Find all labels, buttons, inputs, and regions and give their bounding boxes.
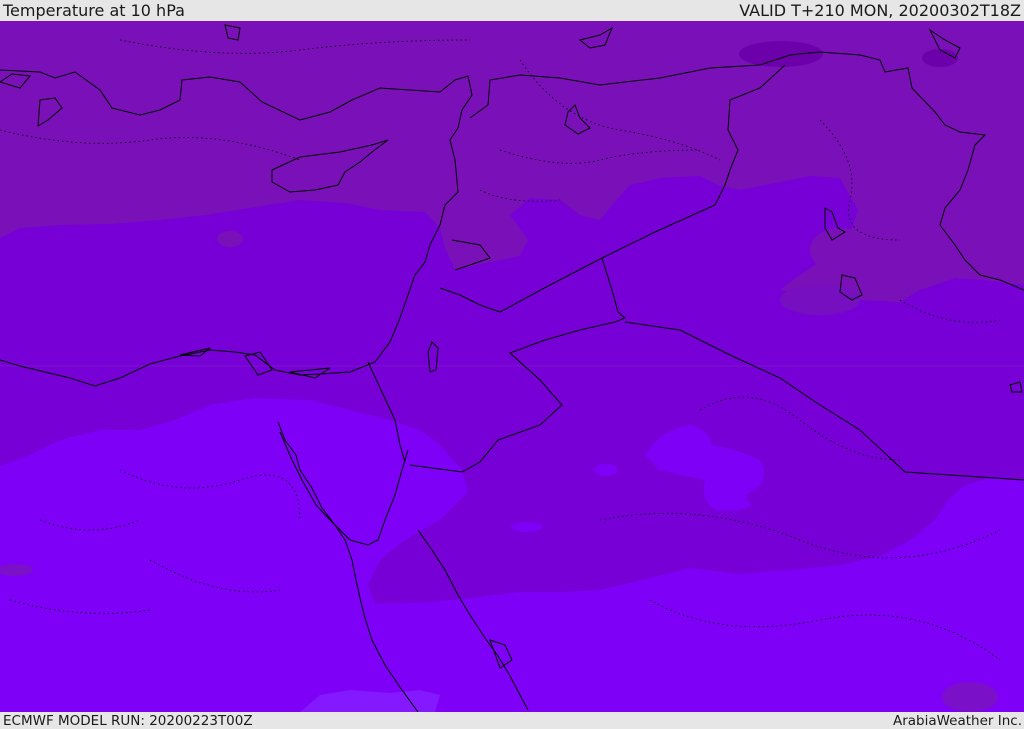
- credit-label: ArabiaWeather Inc.: [892, 712, 1022, 729]
- field-cold-pocket-4: [942, 682, 998, 712]
- field-warm-pocket-2: [594, 464, 618, 476]
- field-coldest-1: [739, 41, 823, 67]
- weather-map[interactable]: [0, 21, 1024, 712]
- model-run-label: ECMWF MODEL RUN: 20200223T00Z: [3, 712, 253, 729]
- field-cold-pocket-3: [780, 285, 860, 315]
- field-cold-pocket: [217, 231, 243, 247]
- header-bar: Temperature at 10 hPa VALID T+210 MON, 2…: [0, 0, 1024, 21]
- field-warm-pocket-3: [511, 522, 543, 532]
- field-coldest-2: [922, 49, 958, 67]
- map-title: Temperature at 10 hPa: [3, 1, 185, 20]
- footer-bar: ECMWF MODEL RUN: 20200223T00Z ArabiaWeat…: [0, 712, 1024, 729]
- map-canvas: [0, 21, 1024, 712]
- valid-time-label: VALID T+210 MON, 20200302T18Z: [739, 1, 1021, 20]
